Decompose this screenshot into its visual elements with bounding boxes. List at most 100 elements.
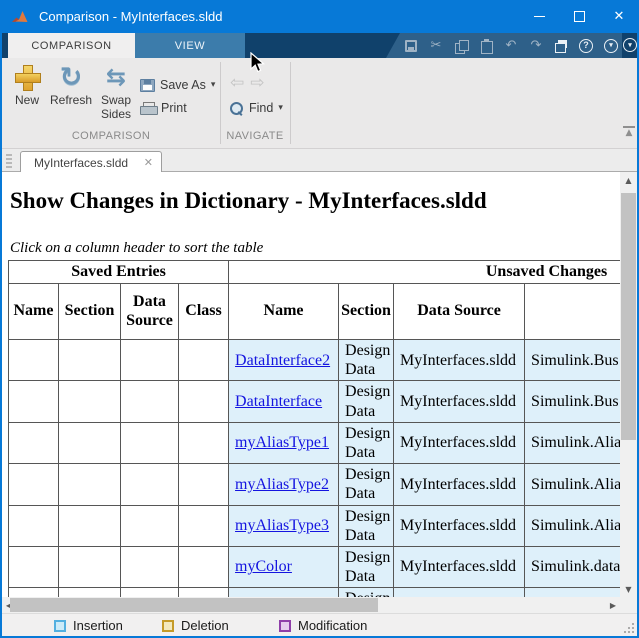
saved-cell-data-source bbox=[121, 422, 179, 463]
scroll-right-button[interactable]: ▶ bbox=[606, 597, 620, 613]
new-button[interactable]: New bbox=[8, 61, 46, 107]
unsaved-cell-class: Simulink.data. bbox=[525, 546, 620, 587]
maximize-icon bbox=[574, 11, 585, 22]
saved-cell-name bbox=[9, 546, 59, 587]
ribbon-tab-bar: COMPARISON VIEW ✂ ↶ ↷ ? ▾ ▾ bbox=[0, 33, 639, 58]
col-header-unsaved-section[interactable]: Section bbox=[339, 284, 394, 340]
close-icon: ✕ bbox=[614, 9, 625, 24]
entry-link[interactable]: DataInterface bbox=[235, 393, 322, 410]
unsaved-cell-name: myAliasType3 bbox=[229, 505, 339, 546]
redo-icon[interactable]: ↷ bbox=[529, 39, 543, 53]
entry-link[interactable]: DataInterface2 bbox=[235, 352, 330, 369]
col-header-saved-class[interactable]: Class bbox=[179, 284, 229, 340]
vertical-scrollbar[interactable]: ▲ ▼ bbox=[620, 172, 637, 597]
vertical-scroll-thumb[interactable] bbox=[621, 193, 636, 440]
unsaved-cell-class: Simulink.Alias bbox=[525, 464, 620, 505]
unsaved-cell-class: Simulink.Alias bbox=[525, 505, 620, 546]
resize-grip-icon[interactable] bbox=[624, 623, 634, 633]
undo-icon[interactable]: ↶ bbox=[504, 39, 518, 53]
entry-link[interactable]: myAliasType2 bbox=[235, 476, 329, 493]
entry-link[interactable]: myColor bbox=[235, 558, 292, 575]
table-row: myAliasType2 Design Data MyInterfaces.sl… bbox=[9, 464, 621, 505]
entry-link[interactable]: myAliasType3 bbox=[235, 517, 329, 534]
unsaved-cell-data-source: MyInterfaces.sldd bbox=[394, 505, 525, 546]
col-header-saved-section[interactable]: Section bbox=[59, 284, 121, 340]
drag-grip-icon[interactable] bbox=[6, 154, 12, 168]
tab-comparison[interactable]: COMPARISON bbox=[8, 33, 135, 58]
sort-hint-text: Click on a column header to sort the tab… bbox=[10, 240, 263, 257]
scroll-right-icon: ▶ bbox=[610, 601, 616, 610]
saved-cell-section bbox=[59, 340, 121, 381]
horizontal-scrollbar[interactable]: ◀ ▶ bbox=[2, 597, 620, 613]
tab-close-icon[interactable]: ✕ bbox=[144, 156, 153, 169]
unsaved-cell-data-source bbox=[394, 588, 525, 597]
group-header-unsaved[interactable]: Unsaved Changes bbox=[229, 261, 620, 284]
section-label-comparison: COMPARISON bbox=[2, 130, 220, 142]
matlab-logo-icon bbox=[11, 8, 29, 26]
table-row: myAliasType3 Design Data MyInterfaces.sl… bbox=[9, 505, 621, 546]
minimize-button[interactable] bbox=[519, 2, 559, 32]
unsaved-cell-data-source: MyInterfaces.sldd bbox=[394, 422, 525, 463]
unsaved-cell-section: Design Data bbox=[339, 505, 394, 546]
close-button[interactable]: ✕ bbox=[599, 2, 639, 32]
col-header-saved-data-source[interactable]: Data Source bbox=[121, 284, 179, 340]
document-tab[interactable]: MyInterfaces.sldd ✕ bbox=[20, 151, 162, 173]
swap-label-line1: Swap bbox=[101, 93, 131, 107]
saved-cell-name bbox=[9, 464, 59, 505]
entry-link[interactable]: myAliasType1 bbox=[235, 434, 329, 451]
help-icon[interactable]: ? bbox=[579, 39, 593, 53]
saved-cell-section bbox=[59, 422, 121, 463]
find-button[interactable]: Find ▾ bbox=[229, 99, 283, 117]
col-header-saved-name[interactable]: Name bbox=[9, 284, 59, 340]
table-row: DataInterface2 Design Data MyInterfaces.… bbox=[9, 340, 621, 381]
saved-cell-name bbox=[9, 588, 59, 597]
saved-cell-section bbox=[59, 464, 121, 505]
document-tab-bar: MyInterfaces.sldd ✕ bbox=[2, 148, 637, 172]
table-row: DataInterface Design Data MyInterfaces.s… bbox=[9, 381, 621, 422]
save-as-button[interactable]: Save As ▾ bbox=[140, 76, 215, 94]
col-header-unsaved-class[interactable] bbox=[525, 284, 620, 340]
legend-label: Modification bbox=[298, 618, 367, 633]
saved-cell-class bbox=[179, 588, 229, 597]
paste-icon[interactable] bbox=[479, 39, 493, 53]
col-header-unsaved-name[interactable]: Name bbox=[229, 284, 339, 340]
window-title: Comparison - MyInterfaces.sldd bbox=[39, 9, 519, 24]
collapse-ribbon-button[interactable]: ▲ bbox=[622, 126, 636, 138]
cut-icon[interactable]: ✂ bbox=[429, 39, 443, 53]
minimize-icon bbox=[534, 16, 545, 17]
saved-cell-class bbox=[179, 464, 229, 505]
unsaved-cell-data-source: MyInterfaces.sldd bbox=[394, 381, 525, 422]
horizontal-scroll-thumb[interactable] bbox=[10, 598, 378, 612]
menu-chevron-icon[interactable]: ▾ bbox=[604, 39, 618, 53]
refresh-button[interactable]: ↻ Refresh bbox=[47, 61, 95, 107]
windows-icon[interactable] bbox=[554, 39, 568, 53]
saved-cell-data-source bbox=[121, 464, 179, 505]
table-row: myAliasType1 Design Data MyInterfaces.sl… bbox=[9, 422, 621, 463]
ribbon-menu-chevron-icon[interactable]: ▾ bbox=[623, 38, 637, 52]
print-button[interactable]: Print bbox=[140, 99, 187, 117]
swap-label-line2: Sides bbox=[101, 107, 131, 121]
swap-sides-button[interactable]: ⇆ Swap Sides bbox=[96, 61, 136, 121]
col-header-unsaved-data-source[interactable]: Data Source bbox=[394, 284, 525, 340]
ribbon-toolbar: New ↻ Refresh ⇆ Swap Sides Save As ▾ Pri… bbox=[2, 58, 637, 148]
group-header-saved[interactable]: Saved Entries bbox=[9, 261, 229, 284]
scrollbar-corner bbox=[620, 597, 637, 613]
unsaved-cell-section: Design Data bbox=[339, 422, 394, 463]
scroll-down-button[interactable]: ▼ bbox=[620, 581, 637, 597]
ribbon-separator bbox=[290, 62, 291, 144]
forward-icon[interactable]: ⇨ bbox=[250, 73, 264, 93]
saved-cell-name bbox=[9, 422, 59, 463]
save-icon[interactable] bbox=[404, 39, 418, 53]
legend-item-deletion: Deletion bbox=[162, 618, 229, 633]
back-icon[interactable]: ⇦ bbox=[230, 73, 244, 93]
section-label-navigate: NAVIGATE bbox=[220, 130, 290, 142]
saved-cell-class bbox=[179, 546, 229, 587]
mouse-cursor bbox=[250, 52, 266, 74]
saved-cell-class bbox=[179, 505, 229, 546]
comparison-tool-window: Comparison - MyInterfaces.sldd ✕ COMPARI… bbox=[0, 0, 639, 638]
maximize-button[interactable] bbox=[559, 2, 599, 32]
scroll-up-button[interactable]: ▲ bbox=[620, 172, 637, 188]
tab-view[interactable]: VIEW bbox=[135, 33, 245, 58]
copy-icon[interactable] bbox=[454, 39, 468, 53]
find-label: Find bbox=[249, 101, 273, 115]
